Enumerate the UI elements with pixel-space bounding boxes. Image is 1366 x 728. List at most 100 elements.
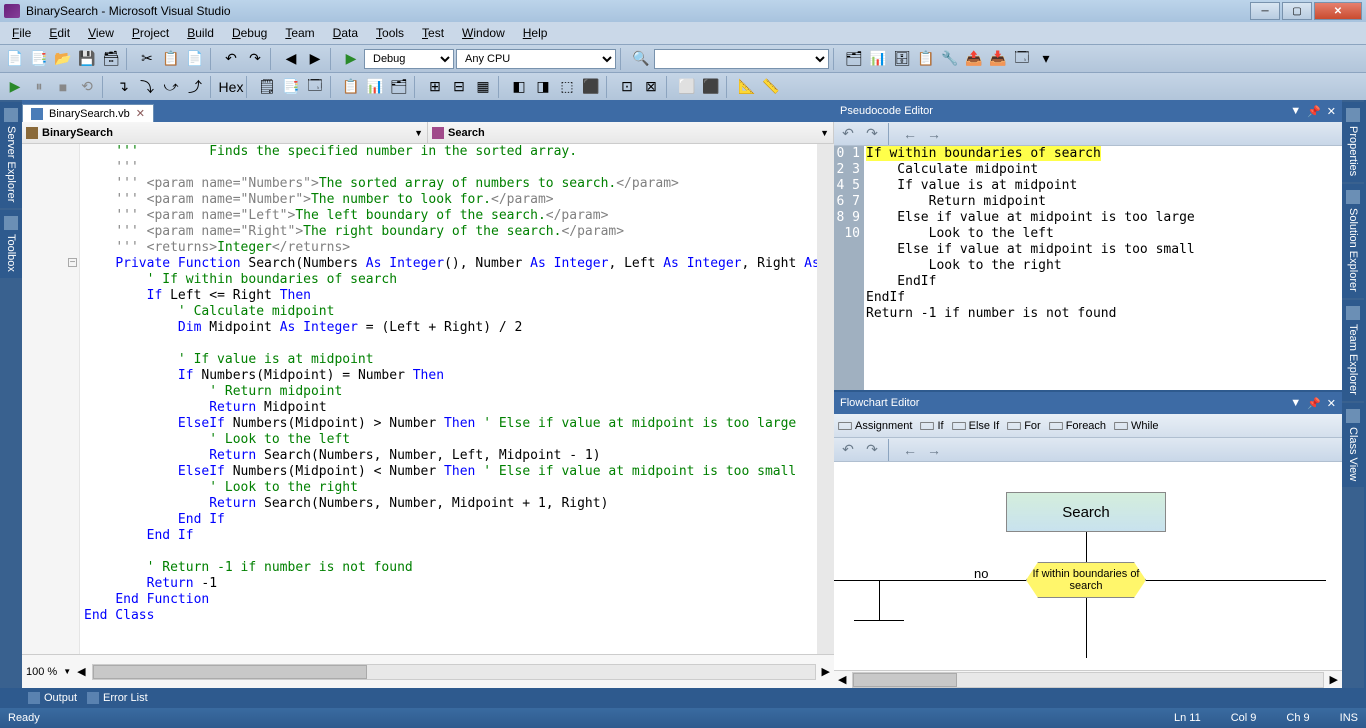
- menu-test[interactable]: Test: [414, 24, 452, 42]
- scroll-right-icon[interactable]: ▶: [1330, 673, 1338, 686]
- menu-file[interactable]: File: [4, 24, 39, 42]
- menu-tools[interactable]: Tools: [368, 24, 412, 42]
- menu-edit[interactable]: Edit: [41, 24, 78, 42]
- dbg6-icon[interactable]: 🗂: [388, 76, 410, 98]
- copy-icon[interactable]: 📋: [160, 48, 182, 70]
- close-button[interactable]: ✕: [1314, 2, 1362, 20]
- forward-icon[interactable]: →: [924, 124, 944, 144]
- code-editor[interactable]: ''' Finds the specified number in the so…: [80, 144, 817, 654]
- ext6-icon[interactable]: 📤: [963, 48, 985, 70]
- menu-team[interactable]: Team: [277, 24, 322, 42]
- dbg9-icon[interactable]: ▦: [472, 76, 494, 98]
- ext8-icon[interactable]: 🗔: [1011, 48, 1033, 70]
- forward-icon[interactable]: →: [924, 440, 944, 460]
- new-project-icon[interactable]: 📄: [4, 48, 26, 70]
- side-tab-solution-explorer[interactable]: Solution Explorer: [1342, 184, 1364, 298]
- fc-tool-if[interactable]: If: [920, 419, 943, 433]
- stop-icon[interactable]: ■: [52, 76, 74, 98]
- class-selector[interactable]: BinarySearch ▼: [22, 122, 428, 143]
- close-tab-icon[interactable]: ✕: [136, 107, 145, 120]
- ext2-icon[interactable]: 📊: [867, 48, 889, 70]
- start-debug-icon[interactable]: ▶: [340, 48, 362, 70]
- cut-icon[interactable]: ✂: [136, 48, 158, 70]
- minimize-button[interactable]: ─: [1250, 2, 1280, 20]
- ext5-icon[interactable]: 🔧: [939, 48, 961, 70]
- menu-build[interactable]: Build: [179, 24, 222, 42]
- step-out-icon[interactable]: ⤴: [184, 76, 206, 98]
- paste-icon[interactable]: 📄: [184, 48, 206, 70]
- maximize-button[interactable]: ▢: [1282, 2, 1312, 20]
- zoom-chevron-icon[interactable]: ▼: [63, 667, 71, 676]
- dbg7-icon[interactable]: ⊞: [424, 76, 446, 98]
- dbg12-icon[interactable]: ⬚: [556, 76, 578, 98]
- step-icon[interactable]: ↴: [112, 76, 134, 98]
- dbg10-icon[interactable]: ◧: [508, 76, 530, 98]
- side-tab-server-explorer[interactable]: Server Explorer: [0, 102, 22, 208]
- dbg18-icon[interactable]: 📐: [736, 76, 758, 98]
- menu-help[interactable]: Help: [515, 24, 556, 42]
- zoom-level[interactable]: 100 %: [26, 666, 57, 678]
- scroll-left-icon[interactable]: ◀: [77, 665, 85, 678]
- dbg5-icon[interactable]: 📊: [364, 76, 386, 98]
- side-tab-team-explorer[interactable]: Team Explorer: [1342, 300, 1364, 401]
- panel-menu-icon[interactable]: ▼: [1290, 397, 1301, 410]
- ext7-icon[interactable]: 📥: [987, 48, 1009, 70]
- scroll-right-icon[interactable]: ▶: [822, 665, 830, 678]
- panel-pin-icon[interactable]: 📌: [1307, 397, 1321, 410]
- side-tab-class-view[interactable]: Class View: [1342, 403, 1364, 487]
- ext4-icon[interactable]: 📋: [915, 48, 937, 70]
- fc-tool-foreach[interactable]: Foreach: [1049, 419, 1106, 433]
- dbg13-icon[interactable]: ⬛: [580, 76, 602, 98]
- collapse-icon[interactable]: −: [68, 258, 77, 267]
- flowchart-canvas[interactable]: Search If within boundaries of search no: [834, 462, 1342, 670]
- nav-fwd-icon[interactable]: ▶: [304, 48, 326, 70]
- ext1-icon[interactable]: 🗂: [843, 48, 865, 70]
- undo-icon[interactable]: ↶: [838, 124, 858, 144]
- panel-close-icon[interactable]: ✕: [1327, 397, 1336, 410]
- find-combo[interactable]: [654, 49, 829, 69]
- add-item-icon[interactable]: 📑: [28, 48, 50, 70]
- dbg15-icon[interactable]: ⊠: [640, 76, 662, 98]
- redo-icon[interactable]: ↷: [862, 124, 882, 144]
- restart-icon[interactable]: ⟲: [76, 76, 98, 98]
- dbg1-icon[interactable]: 🗒: [256, 76, 278, 98]
- menu-data[interactable]: Data: [325, 24, 366, 42]
- dbg14-icon[interactable]: ⊡: [616, 76, 638, 98]
- find-icon[interactable]: 🔍: [630, 48, 652, 70]
- dbg16-icon[interactable]: ⬜: [676, 76, 698, 98]
- vertical-scrollbar[interactable]: [817, 144, 834, 654]
- horizontal-scrollbar[interactable]: [92, 664, 816, 680]
- config-select[interactable]: Debug: [364, 49, 454, 69]
- undo-icon[interactable]: ↶: [838, 440, 858, 460]
- dbg4-icon[interactable]: 📋: [340, 76, 362, 98]
- run-icon[interactable]: ▶: [4, 76, 26, 98]
- panel-close-icon[interactable]: ✕: [1327, 105, 1336, 118]
- nav-back-icon[interactable]: ◀: [280, 48, 302, 70]
- step-over-icon[interactable]: ⤻: [160, 76, 182, 98]
- back-icon[interactable]: ←: [900, 124, 920, 144]
- panel-pin-icon[interactable]: 📌: [1307, 105, 1321, 118]
- menu-view[interactable]: View: [80, 24, 122, 42]
- back-icon[interactable]: ←: [900, 440, 920, 460]
- menu-project[interactable]: Project: [124, 24, 177, 42]
- dbg3-icon[interactable]: 🗔: [304, 76, 326, 98]
- side-tab-properties[interactable]: Properties: [1342, 102, 1364, 182]
- flowchart-condition-node[interactable]: If within boundaries of search: [1026, 562, 1146, 598]
- flowchart-start-node[interactable]: Search: [1006, 492, 1166, 532]
- hex-button[interactable]: Hex: [220, 76, 242, 98]
- dbg8-icon[interactable]: ⊟: [448, 76, 470, 98]
- dbg19-icon[interactable]: 📏: [760, 76, 782, 98]
- redo-icon[interactable]: ↷: [244, 48, 266, 70]
- dbg11-icon[interactable]: ◨: [532, 76, 554, 98]
- dbg17-icon[interactable]: ⬛: [700, 76, 722, 98]
- step-into-icon[interactable]: ⤵: [136, 76, 158, 98]
- open-icon[interactable]: 📂: [52, 48, 74, 70]
- redo-icon[interactable]: ↷: [862, 440, 882, 460]
- scroll-left-icon[interactable]: ◀: [838, 673, 846, 686]
- dbg2-icon[interactable]: 📑: [280, 76, 302, 98]
- fc-tool-while[interactable]: While: [1114, 419, 1159, 433]
- platform-select[interactable]: Any CPU: [456, 49, 616, 69]
- ext9-icon[interactable]: ▾: [1035, 48, 1057, 70]
- fc-tool-assignment[interactable]: Assignment: [838, 419, 912, 433]
- horizontal-scrollbar[interactable]: [852, 672, 1323, 688]
